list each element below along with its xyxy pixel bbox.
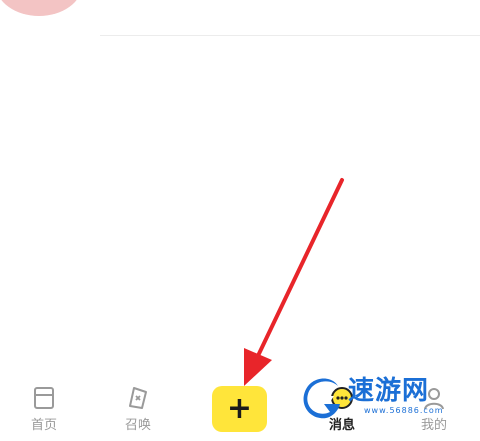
- watermark-logo-icon: [303, 378, 340, 419]
- tab-home-label: 首页: [30, 418, 57, 433]
- tab-home[interactable]: 首页: [12, 384, 76, 440]
- summon-icon: [129, 387, 147, 409]
- home-icon: [34, 387, 54, 409]
- watermark-domain: www.56886.com: [364, 406, 444, 415]
- arrow-shaft: [253, 178, 344, 364]
- watermark-name: 速游网: [348, 376, 430, 406]
- site-watermark: 速游网 www.56886.com: [300, 370, 475, 426]
- tab-summon-label: 召唤: [124, 418, 151, 433]
- add-button[interactable]: +: [212, 386, 267, 432]
- tab-summon[interactable]: 召唤: [106, 384, 170, 440]
- list-divider: [100, 35, 480, 36]
- plus-icon: +: [226, 391, 253, 426]
- app-screen: 首页 召唤 消息 我的 + 速游网 www.56886.com: [0, 0, 480, 441]
- avatar[interactable]: [0, 0, 82, 16]
